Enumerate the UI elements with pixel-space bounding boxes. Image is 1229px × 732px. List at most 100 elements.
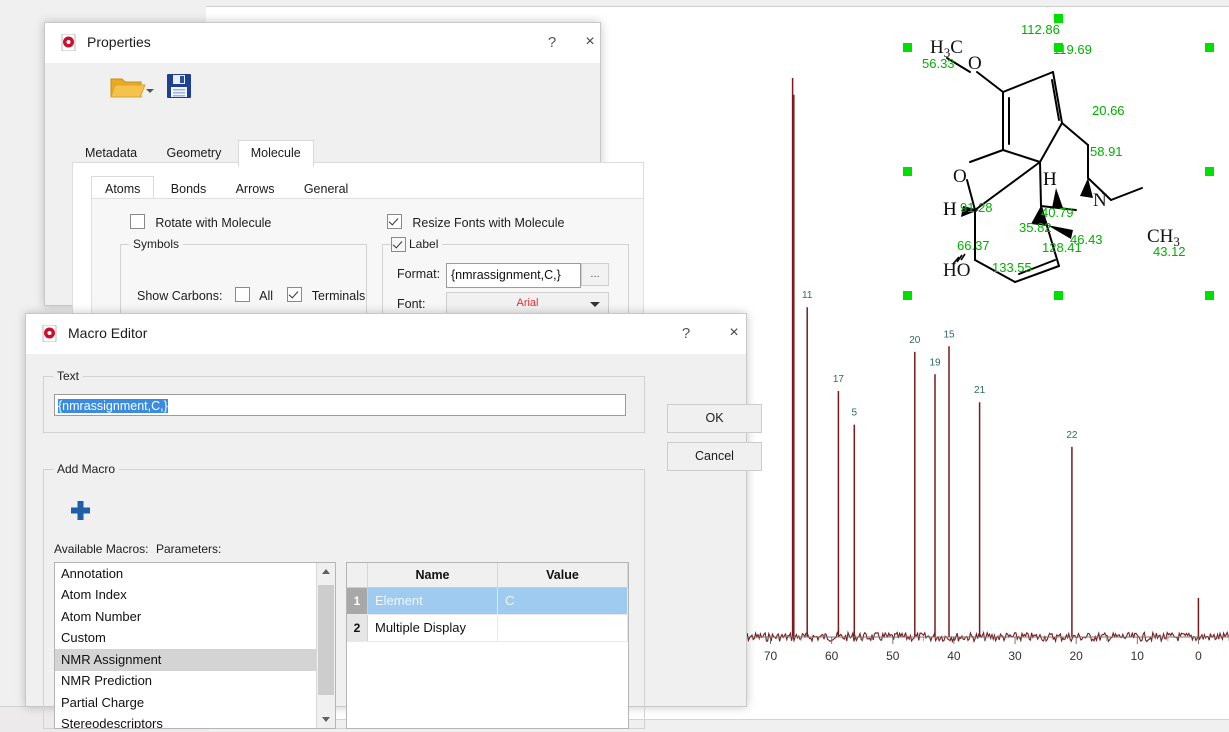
- properties-toolbar[interactable]: [45, 63, 600, 109]
- macro-text-input[interactable]: {nmrassignment,C,}: [54, 394, 626, 416]
- format-field-label: Format:: [397, 267, 441, 281]
- param-value[interactable]: [498, 615, 628, 641]
- label-group-checkbox[interactable]: [391, 237, 406, 252]
- cancel-button[interactable]: Cancel: [667, 442, 762, 471]
- svg-text:43.12: 43.12: [1153, 244, 1186, 259]
- floppy-disk-save-icon[interactable]: [164, 71, 194, 101]
- axis-tick-label: 30: [1008, 649, 1022, 663]
- add-macro-button[interactable]: [65, 495, 96, 526]
- column-header-value: Value: [498, 563, 628, 587]
- row-index: 2: [347, 615, 368, 641]
- axis-tick-label: 60: [825, 649, 839, 663]
- svg-text:20.66: 20.66: [1092, 103, 1125, 118]
- rotate-with-molecule-checkbox[interactable]: [130, 214, 145, 229]
- list-item[interactable]: Atom Number: [55, 606, 335, 628]
- macro-editor-close-button[interactable]: ×: [719, 322, 749, 346]
- show-carbons-all-checkbox[interactable]: [234, 287, 250, 302]
- show-carbons-label: Show Carbons:: [137, 289, 223, 303]
- axis-tick-label: 10: [1131, 649, 1145, 663]
- axis-tick-label: 40: [947, 649, 961, 663]
- ok-button[interactable]: OK: [667, 404, 762, 433]
- row-index: 1: [347, 588, 368, 614]
- nmr-peak-label: 21: [974, 385, 986, 396]
- macro-editor-help-button[interactable]: ?: [674, 322, 698, 346]
- format-ellipsis-button[interactable]: ...: [581, 263, 609, 286]
- nmr-peak-label: 17: [833, 374, 845, 385]
- molecule-svg: H3C O O H H HO N CH3 56.33 112.86 119.69…: [903, 14, 1214, 300]
- svg-text:128.41: 128.41: [1042, 240, 1082, 255]
- resize-fonts-label: Resize Fonts with Molecule: [412, 216, 565, 230]
- list-item[interactable]: Atom Index: [55, 585, 335, 607]
- svg-text:40.79: 40.79: [1041, 205, 1074, 220]
- nmr-peak-label: 11: [802, 290, 813, 301]
- param-name[interactable]: Multiple Display: [368, 615, 498, 641]
- list-item-nmr-assignment[interactable]: NMR Assignment: [55, 649, 335, 671]
- svg-text:91.28: 91.28: [960, 200, 993, 215]
- scrollbar-thumb[interactable]: [318, 585, 334, 695]
- list-item[interactable]: Custom: [55, 628, 335, 650]
- macro-editor-body: Text {nmrassignment,C,} Add Macro Availa…: [26, 354, 762, 729]
- rotate-with-molecule-checkbox-row[interactable]: Rotate with Molecule: [130, 214, 271, 230]
- properties-title: Properties: [87, 34, 151, 50]
- svg-text:112.86: 112.86: [1021, 22, 1060, 37]
- show-carbons-terminals-label: Terminals: [311, 289, 366, 303]
- atom-label-o-furan: O: [953, 166, 967, 187]
- properties-titlebar[interactable]: Properties ? ×: [45, 23, 600, 64]
- chevron-down-icon[interactable]: [146, 89, 154, 93]
- font-combo-value: Arial: [516, 297, 539, 309]
- show-carbons-all-label: All: [259, 289, 274, 303]
- app-icon: [42, 325, 57, 342]
- scroll-down-arrow-icon[interactable]: [317, 710, 335, 728]
- axis-tick-label: 20: [1070, 649, 1084, 663]
- symbols-group-title: Symbols: [129, 237, 184, 251]
- table-row[interactable]: 2 Multiple Display: [347, 615, 628, 642]
- param-name[interactable]: Element: [368, 588, 498, 614]
- resize-fonts-checkbox[interactable]: [387, 214, 402, 229]
- macro-editor-titlebar[interactable]: Macro Editor ? ×: [26, 314, 746, 355]
- font-combo[interactable]: Arial: [446, 292, 609, 315]
- atom-label-h-left: H: [943, 199, 957, 220]
- list-item[interactable]: Partial Charge: [55, 692, 335, 714]
- text-group: Text {nmrassignment,C,}: [43, 369, 645, 433]
- atom-label-n: N: [1093, 190, 1107, 211]
- tab-molecule[interactable]: Molecule: [237, 140, 314, 167]
- properties-help-button[interactable]: ?: [540, 31, 564, 55]
- parameters-table[interactable]: Name Value 1 Element C 2 Multiple Displa…: [346, 562, 629, 729]
- nmr-assignment-labels: 56.33 112.86 119.69 20.66 58.91 91.28 40…: [922, 22, 1186, 275]
- format-input[interactable]: {nmrassignment,C,}: [446, 263, 581, 288]
- parameters-table-header: Name Value: [347, 563, 628, 588]
- atom-label-ho: HO: [943, 260, 970, 281]
- resize-fonts-checkbox-row[interactable]: Resize Fonts with Molecule: [387, 214, 565, 230]
- table-row[interactable]: 1 Element C: [347, 588, 628, 615]
- list-item[interactable]: Stereodescriptors: [55, 714, 335, 728]
- macro-editor-title: Macro Editor: [68, 325, 148, 341]
- rotate-with-molecule-label: Rotate with Molecule: [155, 216, 272, 230]
- add-macro-group-title: Add Macro: [53, 462, 120, 476]
- nmr-peak-label: 22: [1066, 430, 1078, 441]
- scroll-up-arrow-icon[interactable]: [317, 563, 335, 581]
- macro-editor-dialog[interactable]: Macro Editor ? × Text {nmrassignment,C,}…: [25, 313, 762, 729]
- axis-tick-label: 50: [886, 649, 900, 663]
- list-item[interactable]: NMR Prediction: [55, 671, 335, 693]
- svg-text:35.82: 35.82: [1019, 220, 1052, 235]
- label-group-title: Label: [405, 237, 443, 251]
- nmr-peak-label: 19: [929, 357, 941, 368]
- param-value[interactable]: C: [498, 588, 628, 614]
- atom-label-h-ring: H: [1043, 169, 1057, 190]
- chevron-down-icon: [590, 301, 600, 307]
- folder-open-icon[interactable]: [109, 73, 149, 101]
- show-carbons-terminals-checkbox[interactable]: [287, 287, 303, 302]
- available-macros-label: Available Macros:: [54, 542, 149, 556]
- row-index-header: [347, 563, 368, 587]
- plus-icon: [71, 501, 90, 520]
- available-macros-list[interactable]: Annotation Atom Index Atom Number Custom…: [54, 562, 336, 729]
- list-item[interactable]: Annotation: [55, 563, 335, 585]
- available-macros-scrollbar[interactable]: [316, 563, 335, 728]
- text-group-title: Text: [53, 369, 84, 383]
- svg-text:66.37: 66.37: [957, 238, 990, 253]
- properties-dialog[interactable]: Properties ? × Metadata Geometry Molecul…: [44, 22, 644, 334]
- molecule-drawing[interactable]: H3C O O H H HO N CH3 56.33 112.86 119.69…: [895, 10, 1229, 305]
- app-icon: [61, 34, 76, 51]
- properties-close-button[interactable]: ×: [575, 31, 605, 55]
- axis-tick-label: 0: [1195, 649, 1202, 663]
